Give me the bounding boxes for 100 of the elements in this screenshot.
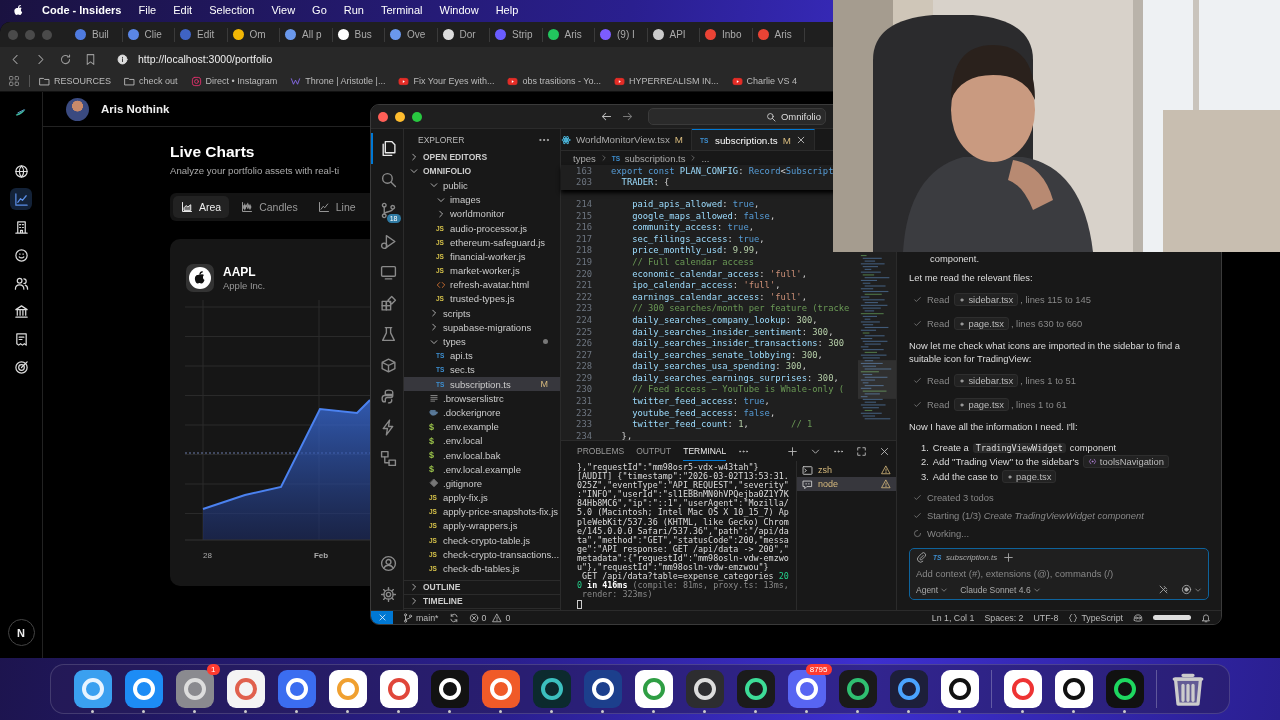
tree-item[interactable]: $ .env.local [404, 433, 560, 448]
panel-tab[interactable]: TERMINAL [683, 441, 727, 461]
browser-tab[interactable]: API [647, 27, 700, 42]
chevron-down-icon[interactable] [1194, 585, 1202, 594]
bookmark-item[interactable]: obs trasitions - Yo... [507, 75, 602, 87]
tree-item[interactable]: $ .env.example [404, 419, 560, 434]
plus-icon[interactable] [1003, 552, 1015, 563]
file-chip[interactable]: page.tsx [954, 317, 1009, 330]
reload-icon[interactable] [59, 52, 72, 66]
tree-item[interactable]: .gitignore [404, 476, 560, 491]
app-icon[interactable] [429, 669, 470, 709]
sync-icon[interactable] [448, 612, 459, 623]
mode-dropdown[interactable]: Agent [916, 584, 949, 595]
app-icon[interactable] [225, 669, 266, 709]
zoom-button[interactable] [412, 111, 422, 122]
file-chip[interactable]: sidebar.tsx [954, 374, 1019, 387]
line-chart-icon[interactable] [13, 191, 29, 207]
file-chip[interactable]: page.tsx [1002, 470, 1057, 483]
apple-icon[interactable] [12, 3, 25, 17]
remote-button[interactable] [371, 611, 393, 624]
status-item[interactable]: UTF-8 [1033, 612, 1059, 623]
model-dropdown[interactable]: Claude Sonnet 4.6 [960, 584, 1041, 595]
play-bug-icon[interactable] [379, 233, 397, 250]
status-item[interactable]: Spaces: 2 [984, 612, 1024, 623]
bank-icon[interactable] [13, 303, 29, 319]
avatar[interactable] [66, 97, 89, 121]
app-icon[interactable] [378, 669, 419, 709]
menu-item[interactable]: Window [439, 4, 479, 16]
browser-tab[interactable]: Ove [385, 27, 438, 42]
menu-item[interactable]: Selection [209, 4, 255, 16]
bookmark-item[interactable]: RESOURCES [39, 75, 111, 87]
tree-item[interactable]: $ .env.local.bak [404, 447, 560, 463]
building-icon[interactable] [13, 219, 29, 235]
receipt-icon[interactable] [13, 331, 29, 347]
browser-tab[interactable]: Dor [437, 27, 490, 42]
app-icon[interactable] [327, 669, 368, 709]
app-icon[interactable] [939, 669, 980, 709]
plus-icon[interactable] [787, 445, 798, 457]
tree-item[interactable]: public [404, 178, 560, 193]
apps-grid-icon[interactable] [8, 75, 20, 87]
breadcrumb-item[interactable]: types [573, 152, 596, 164]
menu-item[interactable]: Terminal [380, 4, 423, 16]
browser-tab[interactable]: Om [227, 27, 280, 42]
files-icon[interactable] [379, 140, 397, 157]
tree-item[interactable]: refresh-avatar.html [404, 277, 560, 292]
bookmark-item[interactable]: check out [124, 75, 178, 87]
linked-boxes-icon[interactable] [379, 450, 397, 467]
section-header[interactable]: OPEN EDITORS [404, 150, 560, 165]
menu-item[interactable]: Help [495, 4, 519, 16]
app-icon[interactable] [735, 669, 776, 709]
tree-item[interactable]: supabase-migrations [404, 320, 560, 335]
app-icon[interactable] [888, 669, 929, 709]
tree-item[interactable]: .dockerignore [404, 405, 560, 420]
tree-item[interactable]: images [404, 192, 560, 207]
app-icon[interactable] [684, 669, 725, 709]
section-header[interactable]: OMNIFOLIO [404, 164, 560, 179]
back-arrow-icon[interactable] [600, 110, 613, 123]
bookmark-item[interactable]: Direct • Instagram [190, 75, 278, 87]
bookmark-item[interactable]: Fix Your Eyes with... [398, 75, 495, 87]
target-icon[interactable] [13, 359, 29, 375]
app-icon[interactable] [480, 669, 521, 709]
menu-item[interactable]: Edit [173, 4, 193, 16]
menu-item[interactable]: View [271, 4, 296, 16]
symbol-chip[interactable]: toolsNavigation [1082, 455, 1169, 468]
tree-item[interactable]: scripts [404, 306, 560, 321]
language-status[interactable]: TypeScript [1068, 612, 1123, 623]
breadcrumb-item[interactable]: ... [701, 152, 710, 164]
tools-icon[interactable] [1158, 584, 1169, 595]
problems-status[interactable]: 0 0 [468, 612, 514, 623]
panel-tab[interactable]: OUTPUT [636, 441, 672, 461]
close-icon[interactable] [879, 445, 890, 457]
app-icon[interactable] [276, 669, 317, 709]
flask-icon[interactable] [379, 326, 397, 343]
browser-tab[interactable]: Bus [332, 27, 385, 42]
smiley-icon[interactable] [13, 247, 29, 263]
browser-tab[interactable]: Inbo [700, 27, 753, 42]
tree-item[interactable]: $ .env.local.example [404, 462, 560, 477]
box-icon[interactable] [379, 357, 397, 374]
app-icon[interactable] [786, 669, 827, 709]
minimize-button[interactable] [395, 111, 405, 122]
settings-icon[interactable] [379, 586, 397, 603]
account-icon[interactable] [379, 555, 397, 572]
app-icon[interactable] [633, 669, 674, 709]
browser-tab[interactable]: Aris [542, 27, 595, 42]
search-icon[interactable] [379, 171, 397, 188]
close-icon[interactable] [795, 135, 806, 145]
bookmark-icon[interactable] [84, 52, 97, 66]
menu-item[interactable]: File [138, 4, 157, 16]
browser-tab[interactable]: (9) I [595, 27, 648, 42]
file-chip[interactable]: page.tsx [954, 398, 1009, 411]
people-icon[interactable] [13, 275, 29, 291]
panel-tab[interactable]: PROBLEMS [577, 441, 625, 461]
terminal-item[interactable]: zsh [797, 463, 896, 477]
menu-item[interactable]: Run [343, 4, 364, 16]
extensions-icon[interactable] [379, 295, 397, 312]
browser-tab[interactable]: Aris [752, 27, 805, 42]
tree-item[interactable]: worldmonitor [404, 206, 560, 221]
bookmark-item[interactable]: Charlie VS 4 [731, 75, 798, 87]
app-icon[interactable] [531, 669, 572, 709]
browser-tab[interactable]: All p [280, 27, 333, 42]
